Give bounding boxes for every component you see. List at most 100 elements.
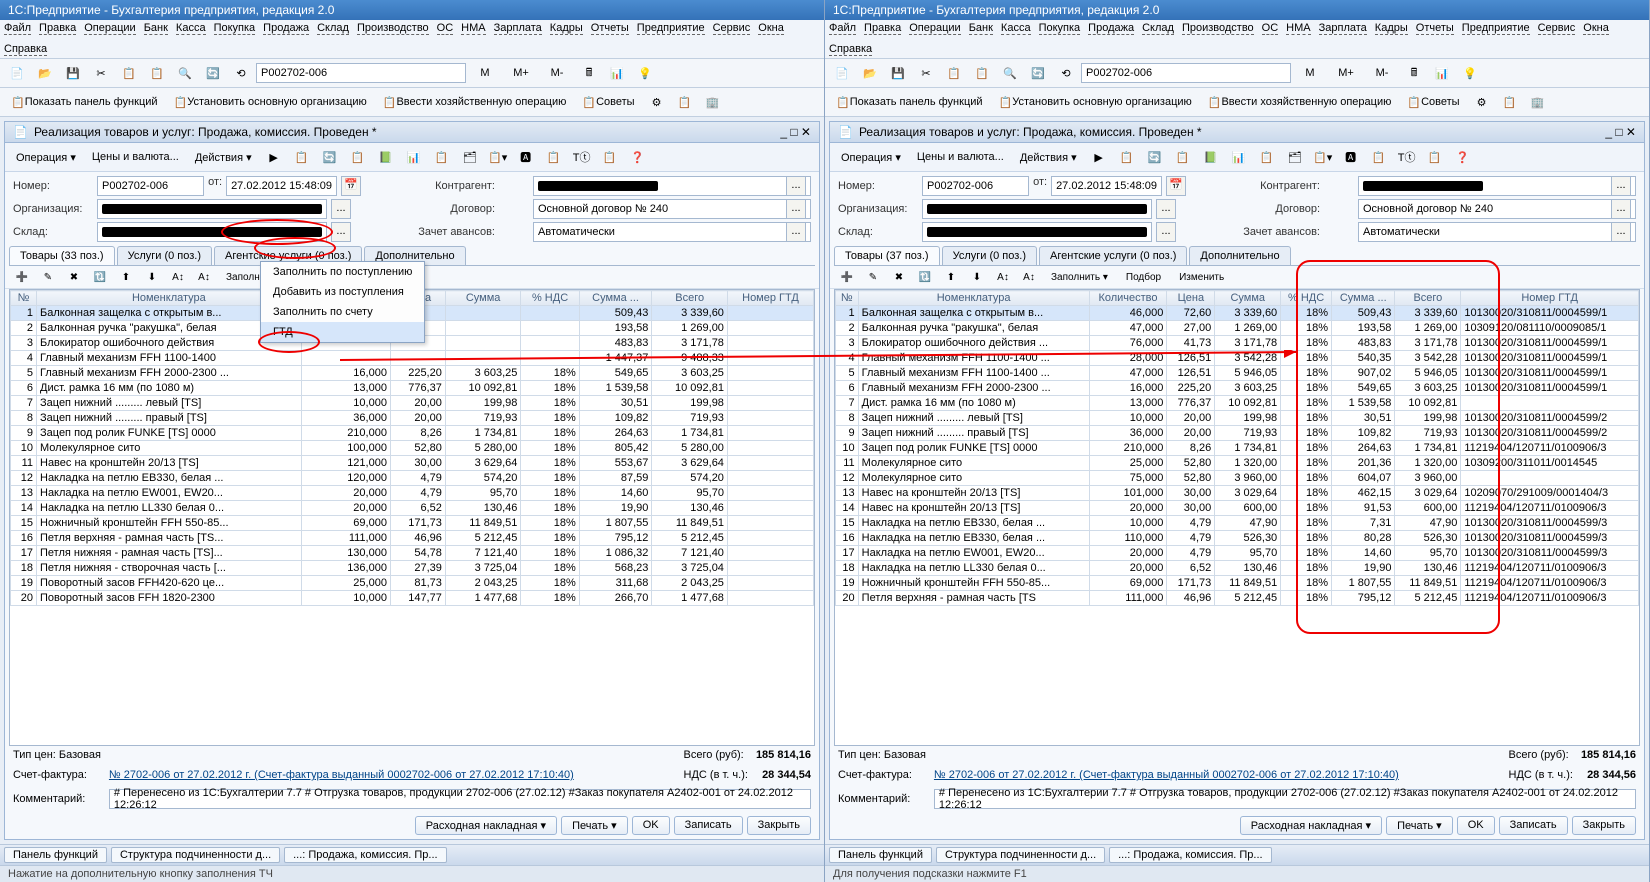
doc-button[interactable]: Расходная накладная ▾ <box>1240 816 1382 835</box>
grid-tb-icon[interactable]: A↕ <box>1018 268 1040 286</box>
doc-button[interactable]: OK <box>1457 816 1495 835</box>
doc-tb-icon[interactable]: 📋 <box>1254 146 1280 168</box>
tab[interactable]: Дополнительно <box>1189 246 1290 265</box>
toolbar-icon[interactable]: 🔍 <box>997 62 1023 84</box>
doc-button[interactable]: Расходная накладная ▾ <box>415 816 557 835</box>
toolbar-icon[interactable]: 💡 <box>632 62 658 84</box>
column-header[interactable]: Номер ГТД <box>1461 291 1639 306</box>
doc-tb-icon[interactable]: Тⓣ <box>1394 146 1420 168</box>
table-row[interactable]: 4Главный механизм FFH 1100-14001 447,379… <box>11 351 814 366</box>
toolbar-icon[interactable]: 📊 <box>1429 62 1455 84</box>
column-header[interactable]: Цена <box>1167 291 1215 306</box>
task-button[interactable]: Структура подчиненности д... <box>111 847 280 863</box>
toolbar-icon[interactable]: 🏢 <box>1525 91 1551 113</box>
menu-item[interactable]: Склад <box>1142 22 1174 35</box>
menu-item[interactable]: Банк <box>969 22 993 35</box>
menu-item[interactable]: Банк <box>144 22 168 35</box>
column-header[interactable]: Сумма <box>1215 291 1281 306</box>
form-field[interactable] <box>97 199 327 219</box>
menu-item[interactable]: ОС <box>1262 22 1279 35</box>
change-button[interactable]: Изменить <box>1172 268 1231 286</box>
address-input[interactable]: Р002702-006 <box>256 63 466 83</box>
form-field[interactable] <box>97 222 327 242</box>
table-row[interactable]: 15Накладка на петлю EB330, белая ...10,0… <box>836 516 1639 531</box>
doc-tb-icon[interactable]: 🗂 <box>457 146 483 168</box>
table-row[interactable]: 19Поворотный засов FFH420-620 це...25,00… <box>11 576 814 591</box>
calendar-icon[interactable]: 📅 <box>1166 176 1186 196</box>
menu-item[interactable]: Правка <box>39 22 76 35</box>
table-row[interactable]: 8Зацеп нижний ......... левый [TS]10,000… <box>836 411 1639 426</box>
pick-button[interactable]: Подбор <box>1119 268 1168 286</box>
toolbar-icon[interactable]: 📋 <box>1497 91 1523 113</box>
menu-item[interactable]: Операции <box>84 22 135 35</box>
toolbar-icon[interactable]: ✂ <box>913 62 939 84</box>
toolbar-icon[interactable]: 📊 <box>604 62 630 84</box>
menu-item[interactable]: Сервис <box>713 22 751 35</box>
form-field[interactable]: Основной договор № 240... <box>1358 199 1636 219</box>
m-button[interactable]: М+ <box>1329 61 1363 85</box>
dropdown-item[interactable]: Заполнить по счету <box>261 302 424 322</box>
doc-tb-icon[interactable]: 📋 <box>1114 146 1140 168</box>
column-header[interactable]: Номер ГТД <box>727 291 813 306</box>
toolbar-icon[interactable]: 📄 <box>4 62 30 84</box>
column-header[interactable]: № <box>11 291 37 306</box>
toolbar-icon[interactable]: 💾 <box>885 62 911 84</box>
doc-button[interactable]: Печать ▾ <box>1386 816 1453 835</box>
grid-tb-icon[interactable]: A↕ <box>167 268 189 286</box>
column-header[interactable]: Сумма ... <box>579 291 652 306</box>
column-header[interactable]: % НДС <box>1281 291 1332 306</box>
doc-tb-button[interactable]: Операция ▾ <box>834 145 908 169</box>
m-button[interactable]: М- <box>540 61 574 85</box>
m-button[interactable]: М <box>1293 61 1327 85</box>
doc-button[interactable]: Закрыть <box>1572 816 1636 835</box>
toolbar-icon[interactable]: 🏢 <box>700 91 726 113</box>
column-header[interactable]: % НДС <box>521 291 579 306</box>
toolbar-icon[interactable]: ⚙ <box>1469 91 1495 113</box>
menu-item[interactable]: Справка <box>4 43 47 56</box>
menu-item[interactable]: Предприятие <box>1462 22 1530 35</box>
table-row[interactable]: 6Дист. рамка 16 мм (по 1080 м)13,000776,… <box>11 381 814 396</box>
invoice-link[interactable]: № 2702-006 от 27.02.2012 г. (Счет-фактур… <box>109 769 676 781</box>
menu-item[interactable]: НМА <box>1286 22 1310 35</box>
menu-item[interactable]: Производство <box>1182 22 1254 35</box>
table-row[interactable]: 11Молекулярное сито25,00052,801 320,0018… <box>836 456 1639 471</box>
menu-item[interactable]: Окна <box>1583 22 1609 35</box>
menu-item[interactable]: Склад <box>317 22 349 35</box>
table-row[interactable]: 16Петля верхняя - рамная часть [TS...111… <box>11 531 814 546</box>
grid-tb-icon[interactable]: ✖ <box>888 268 910 286</box>
table-row[interactable]: 10Молекулярное сито100,00052,805 280,001… <box>11 441 814 456</box>
table-row[interactable]: 12Молекулярное сито75,00052,803 960,0018… <box>836 471 1639 486</box>
form-field[interactable]: Автоматически... <box>1358 222 1636 242</box>
toolbar-icon[interactable]: 🔄 <box>1025 62 1051 84</box>
toolbar-icon[interactable]: 💾 <box>60 62 86 84</box>
grid-tb-icon[interactable]: ➕ <box>11 268 33 286</box>
menu-item[interactable]: Отчеты <box>1416 22 1454 35</box>
form-field[interactable]: Автоматически... <box>533 222 811 242</box>
doc-tb-icon[interactable]: ▶ <box>1086 146 1112 168</box>
column-header[interactable]: Номенклатура <box>858 291 1089 306</box>
menu-item[interactable]: Покупка <box>214 22 256 35</box>
menu-item[interactable]: Касса <box>176 22 206 35</box>
menu-item[interactable]: Покупка <box>1039 22 1081 35</box>
m-button[interactable]: М <box>468 61 502 85</box>
table-row[interactable]: 14Накладка на петлю LL330 белая 0...20,0… <box>11 501 814 516</box>
grid-tb-icon[interactable]: 🔃 <box>89 268 111 286</box>
grid-tb-icon[interactable]: ⬆ <box>115 268 137 286</box>
toolbar-icon[interactable]: 📋 <box>144 62 170 84</box>
doc-tb-icon[interactable]: 📋 <box>429 146 455 168</box>
table-row[interactable]: 18Петля нижняя - створочная часть [...13… <box>11 561 814 576</box>
lookup-button[interactable]: ... <box>1156 222 1176 242</box>
toolbar-icon[interactable]: ⚙ <box>644 91 670 113</box>
doc-tb-icon[interactable]: 📋▾ <box>485 146 511 168</box>
comment-field[interactable]: # Перенесено из 1С:Бухгалтерии 7.7 # Отг… <box>934 789 1636 809</box>
table-row[interactable]: 5Главный механизм FFH 1100-1400 ...47,00… <box>836 366 1639 381</box>
task-button[interactable]: Панель функций <box>829 847 932 863</box>
menu-item[interactable]: Отчеты <box>591 22 629 35</box>
menu-item[interactable]: Производство <box>357 22 429 35</box>
table-row[interactable]: 11Навес на кронштейн 20/13 [TS]121,00030… <box>11 456 814 471</box>
dropdown-item[interactable]: Заполнить по поступлению <box>261 262 424 282</box>
toolbar-icon[interactable]: 📋 <box>116 62 142 84</box>
tab[interactable]: Агентские услуги (0 поз.) <box>1039 246 1187 265</box>
doc-button[interactable]: Печать ▾ <box>561 816 628 835</box>
counterparty-field[interactable]: ... <box>1358 176 1636 196</box>
